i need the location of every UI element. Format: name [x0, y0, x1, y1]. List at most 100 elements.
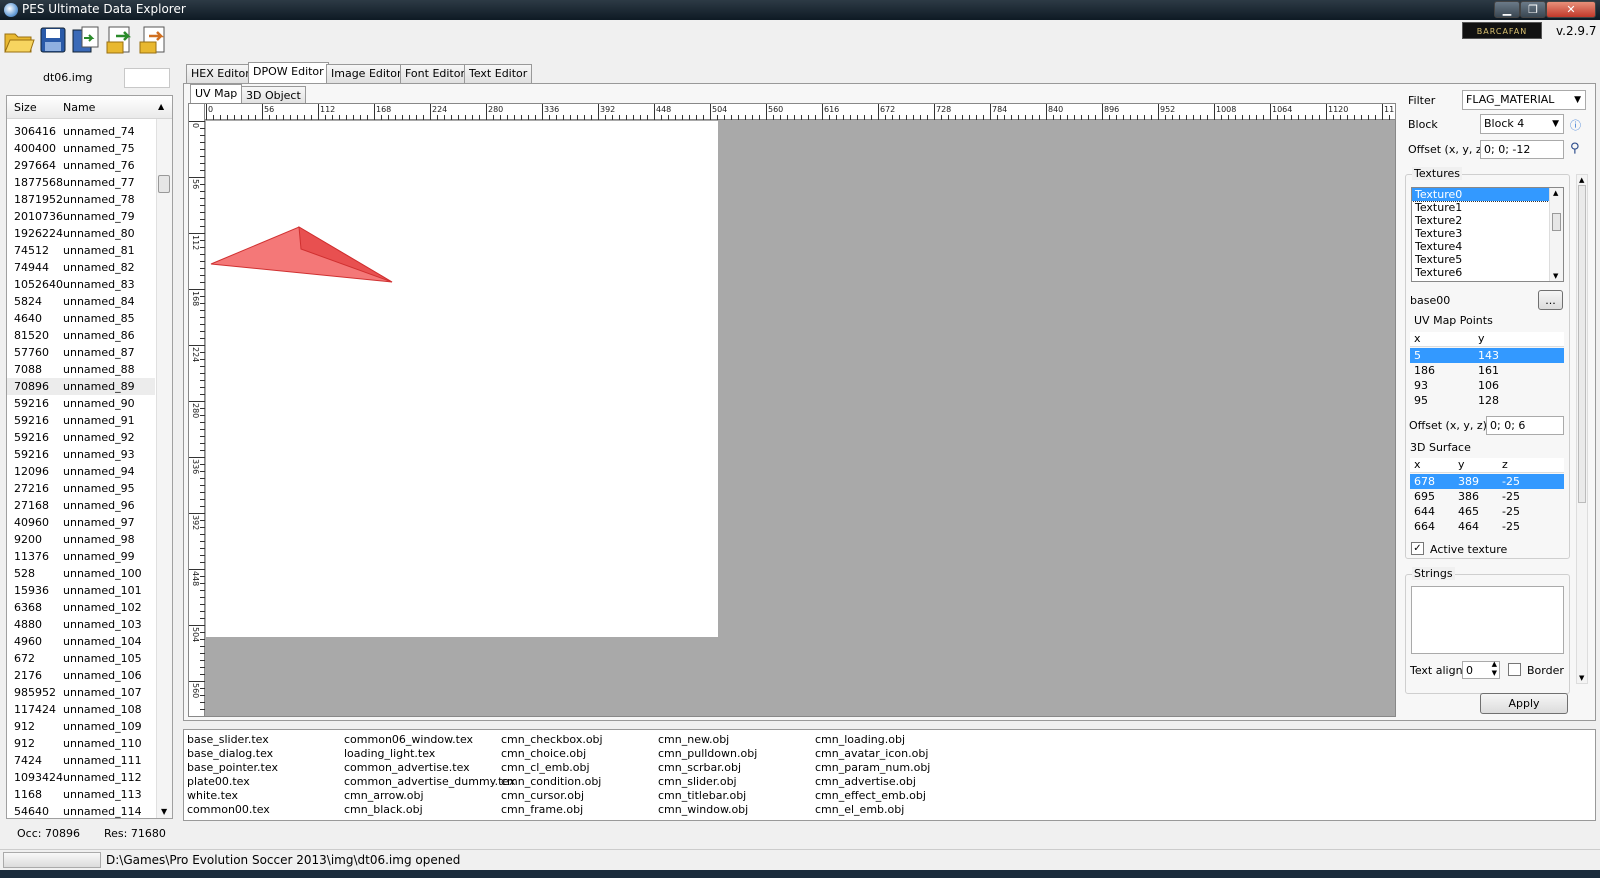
scrollbar-thumb[interactable] — [158, 175, 170, 193]
file-row[interactable]: 27168 unnamed_96 — [7, 497, 155, 514]
scrollbar[interactable]: ▼ — [156, 119, 172, 818]
file-row[interactable]: 1168 unnamed_113 — [7, 786, 155, 803]
scroll-up-icon[interactable]: ▲ — [1553, 189, 1558, 197]
uv-points-grid[interactable]: x y 5 143 186 161 93 106 95 128 — [1410, 332, 1564, 412]
file-row[interactable]: 54640 unnamed_114 — [7, 803, 155, 818]
search-input[interactable] — [124, 68, 170, 88]
texture-file-item[interactable]: white.tex — [187, 789, 238, 802]
scroll-down-icon[interactable]: ▼ — [161, 807, 167, 816]
file-row[interactable]: 1877568 unnamed_77 — [7, 174, 155, 191]
textures-scrollbar[interactable]: ▲ ▼ — [1549, 188, 1563, 281]
file-row[interactable]: 57760 unnamed_87 — [7, 344, 155, 361]
texture-item[interactable]: Texture6 — [1412, 266, 1563, 279]
file-row[interactable]: 1093424 unnamed_112 — [7, 769, 155, 786]
textures-list[interactable]: Texture0 Texture1 Texture2 Texture3 Texture4… — [1411, 187, 1564, 282]
file-row[interactable]: 4960 unnamed_104 — [7, 633, 155, 650]
browse-button[interactable]: ... — [1538, 290, 1563, 310]
scroll-up-icon[interactable]: ▲ — [1579, 176, 1584, 184]
file-row[interactable]: 306416 unnamed_74 — [7, 123, 155, 140]
offset2-input[interactable]: 0; 0; 6 — [1486, 416, 1564, 435]
scroll-down-icon[interactable]: ▼ — [1553, 272, 1558, 280]
grid-header-cell[interactable]: z — [1502, 458, 1508, 471]
scroll-up-icon[interactable]: ▲ — [158, 102, 164, 111]
uv-map-canvas[interactable]: 0 56 112 168 224 280 336 392 448 504 560 616 672 728 7… — [188, 103, 1396, 717]
grid-header-cell[interactable]: y — [1478, 332, 1485, 345]
texture-file-item[interactable]: base_dialog.tex — [187, 747, 273, 760]
file-row[interactable]: 11376 unnamed_99 — [7, 548, 155, 565]
file-row[interactable]: 12096 unnamed_94 — [7, 463, 155, 480]
scrollbar-thumb[interactable] — [1578, 185, 1586, 503]
file-row[interactable]: 59216 unnamed_90 — [7, 395, 155, 412]
file-row[interactable]: 297664 unnamed_76 — [7, 157, 155, 174]
texture-file-item[interactable]: cmn_pulldown.obj — [658, 747, 757, 760]
filter-combo[interactable]: FLAG_MATERIAL ▼ — [1462, 90, 1586, 110]
block-combo[interactable]: Block 4 ▼ — [1480, 114, 1564, 134]
file-row[interactable]: 4880 unnamed_103 — [7, 616, 155, 633]
file-row[interactable]: 7424 unnamed_111 — [7, 752, 155, 769]
file-row[interactable]: 59216 unnamed_92 — [7, 429, 155, 446]
grid-row[interactable]: 93 106 — [1410, 378, 1564, 393]
tab-dpow-editor[interactable]: DPOW Editor — [248, 62, 329, 83]
file-row[interactable]: 40960 unnamed_97 — [7, 514, 155, 531]
binoculars-icon[interactable]: ⚲ — [1570, 141, 1580, 156]
grid-header-cell[interactable]: y — [1458, 458, 1465, 471]
texture-file-item[interactable]: cmn_effect_emb.obj — [815, 789, 926, 802]
maximize-button[interactable]: ❐ — [1520, 1, 1546, 18]
tab-hex-editor[interactable]: HEX Editor — [186, 64, 255, 83]
file-row[interactable]: 117424 unnamed_108 — [7, 701, 155, 718]
tab-uv-map[interactable]: UV Map — [190, 84, 243, 105]
texture-file-item[interactable]: cmn_cl_emb.obj — [501, 761, 590, 774]
texture-file-item[interactable]: cmn_checkbox.obj — [501, 733, 603, 746]
file-row[interactable]: 1926224 unnamed_80 — [7, 225, 155, 242]
grid-row[interactable]: 664 464 -25 — [1410, 519, 1564, 534]
surface-grid[interactable]: x y z 678 389 -25 695 386 -25 644 465 -25 664 464 -25 — [1410, 458, 1564, 534]
texture-file-item[interactable]: cmn_new.obj — [658, 733, 729, 746]
file-row[interactable]: 1052640 unnamed_83 — [7, 276, 155, 293]
apply-button[interactable]: Apply — [1480, 693, 1568, 714]
file-row[interactable]: 6368 unnamed_102 — [7, 599, 155, 616]
grid-row[interactable]: 186 161 — [1410, 363, 1564, 378]
tab-font-editor[interactable]: Font Editor — [400, 64, 471, 83]
file-row[interactable]: 4640 unnamed_85 — [7, 310, 155, 327]
file-list[interactable]: Size Name ▲ 306416 unnamed_74 400400 unname… — [6, 95, 173, 819]
file-row[interactable]: 27216 unnamed_95 — [7, 480, 155, 497]
texture-file-item[interactable]: base_slider.tex — [187, 733, 269, 746]
texture-file-item[interactable]: base_pointer.tex — [187, 761, 278, 774]
info-icon[interactable]: ⓘ — [1570, 117, 1581, 133]
export-icon[interactable] — [104, 24, 136, 56]
file-row[interactable]: 672 unnamed_105 — [7, 650, 155, 667]
offset-input[interactable]: 0; 0; -12 — [1480, 140, 1564, 159]
texture-file-item[interactable]: common_advertise_dummy.tex — [344, 775, 516, 788]
stepper-arrows-icon[interactable]: ▲ ▼ — [1492, 660, 1497, 678]
texture-file-item[interactable]: cmn_advertise.obj — [815, 775, 916, 788]
texture-item[interactable]: Texture0 — [1412, 188, 1563, 202]
texture-file-item[interactable]: cmn_cursor.obj — [501, 789, 584, 802]
texture-file-item[interactable]: plate00.tex — [187, 775, 250, 788]
texture-file-item[interactable]: common06_window.tex — [344, 733, 473, 746]
texture-item[interactable]: Texture5 — [1412, 253, 1563, 266]
texture-file-item[interactable]: cmn_slider.obj — [658, 775, 737, 788]
file-row[interactable]: 2176 unnamed_106 — [7, 667, 155, 684]
texture-item[interactable]: Texture1 — [1412, 201, 1563, 214]
texture-file-item[interactable]: cmn_avatar_icon.obj — [815, 747, 928, 760]
scrollbar-thumb[interactable] — [1552, 213, 1561, 231]
file-row[interactable]: 5824 unnamed_84 — [7, 293, 155, 310]
texture-item[interactable]: Texture3 — [1412, 227, 1563, 240]
texture-file-item[interactable]: cmn_scrbar.obj — [658, 761, 741, 774]
name-column-header[interactable]: Name — [63, 101, 95, 114]
border-checkbox[interactable] — [1508, 663, 1521, 676]
texture-file-item[interactable]: common00.tex — [187, 803, 270, 816]
close-button[interactable]: ✕ — [1546, 1, 1596, 18]
grid-row[interactable]: 95 128 — [1410, 393, 1564, 408]
minimize-button[interactable]: ▁ — [1494, 1, 1520, 18]
file-row[interactable]: 15936 unnamed_101 — [7, 582, 155, 599]
texture-file-item[interactable]: common_advertise.tex — [344, 761, 470, 774]
file-row[interactable]: 2010736 unnamed_79 — [7, 208, 155, 225]
texture-file-item[interactable]: loading_light.tex — [344, 747, 435, 760]
save-icon[interactable] — [37, 24, 69, 56]
file-row[interactable]: 912 unnamed_110 — [7, 735, 155, 752]
texture-file-item[interactable]: cmn_frame.obj — [501, 803, 583, 816]
texture-item[interactable]: Texture2 — [1412, 214, 1563, 227]
file-row[interactable]: 70896 unnamed_89 — [7, 378, 155, 395]
texture-file-item[interactable]: cmn_titlebar.obj — [658, 789, 746, 802]
